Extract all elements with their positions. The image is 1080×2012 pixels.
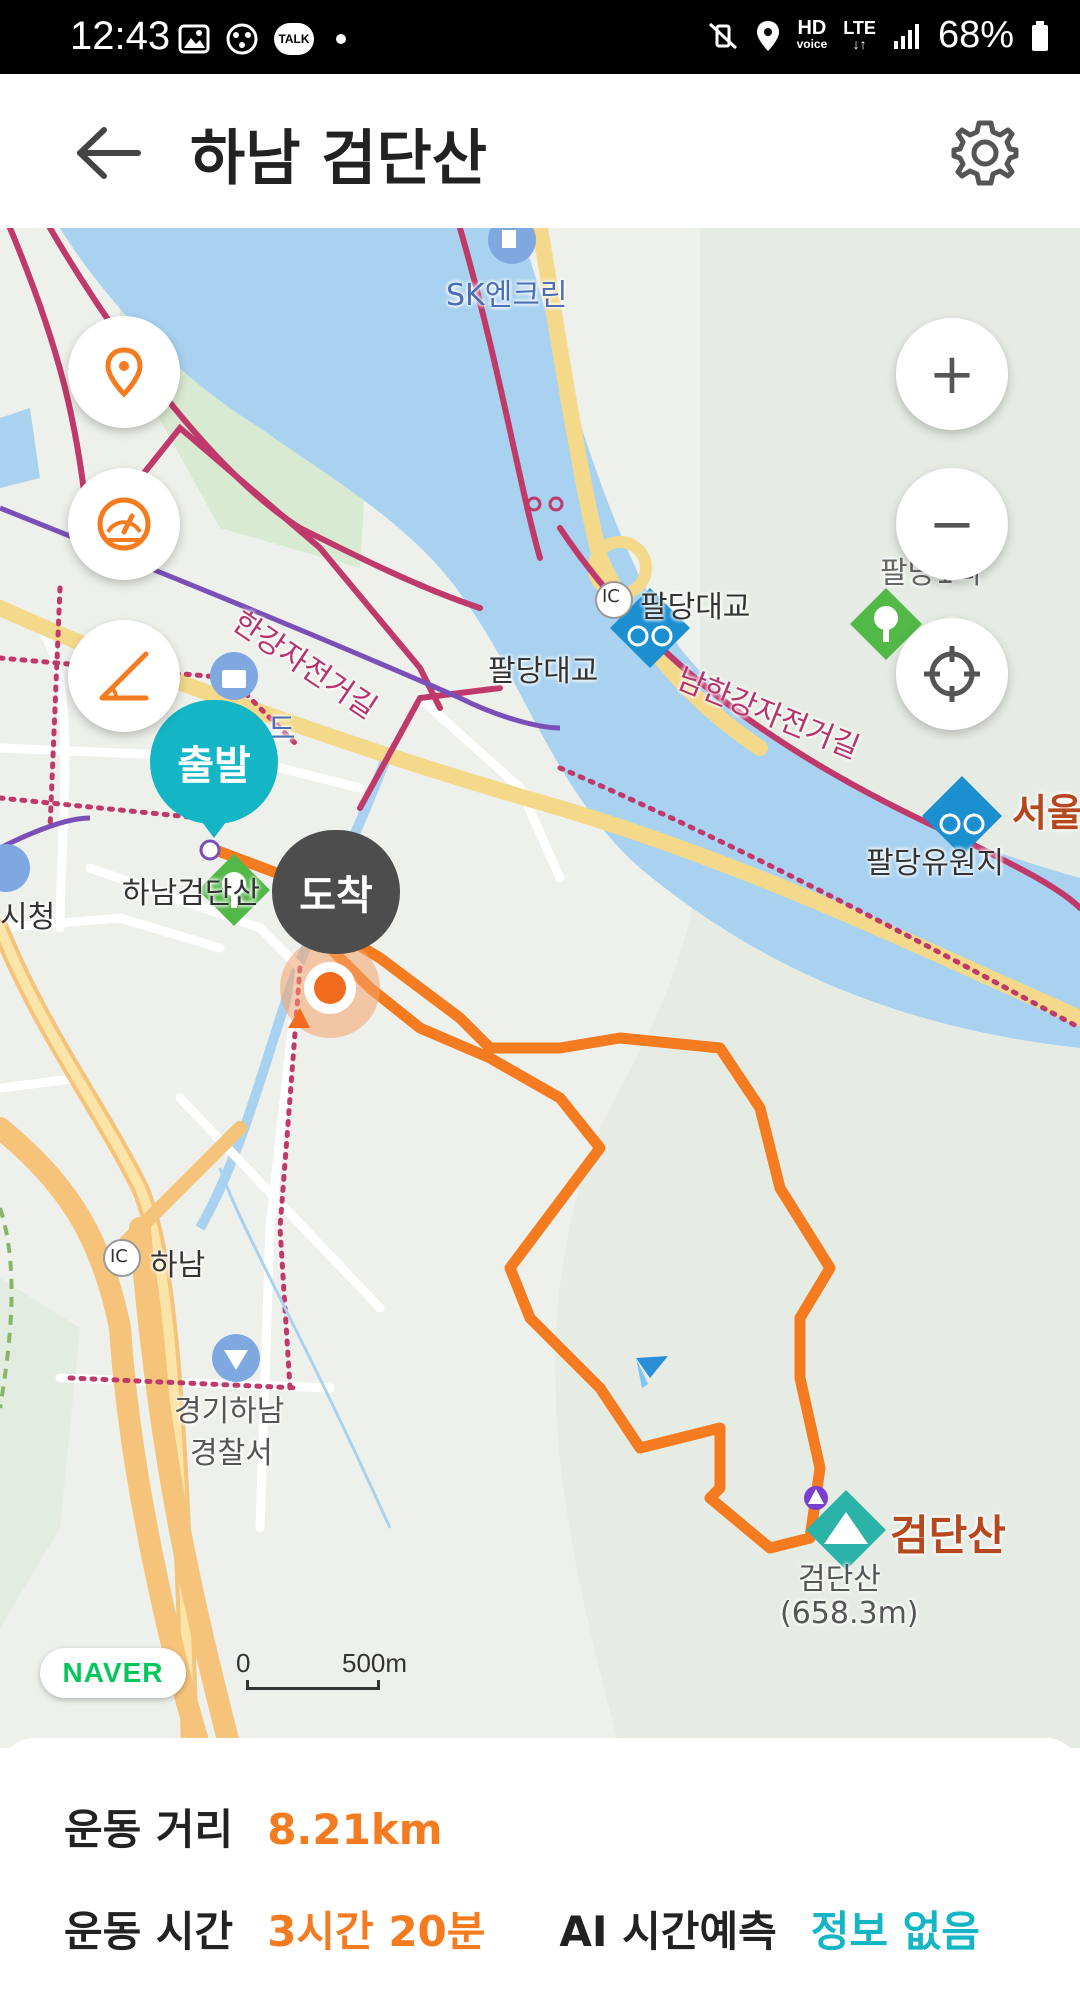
zoom-out-button[interactable]: − [896, 468, 1008, 580]
elevation-button[interactable] [68, 620, 180, 732]
gear-icon[interactable] [950, 118, 1020, 188]
minus-icon: − [928, 491, 976, 557]
speed-button[interactable] [68, 468, 180, 580]
talk-icon: TALK [274, 23, 314, 55]
label-paldang-park: 팔당유원지 [866, 846, 1004, 881]
battery-icon [1032, 20, 1048, 51]
recenter-button[interactable] [896, 618, 1008, 730]
map-scale: 0 500m [236, 1648, 416, 1692]
time-value: 3시간 20분 [267, 1907, 486, 1956]
label-paldang-bridge-top: 팔당대교 [640, 590, 751, 625]
label-city-hall: 시청 [0, 900, 56, 935]
distance-value: 8.21km [267, 1805, 443, 1854]
map-view[interactable]: SK엔크린 한강자전거길 IC 팔당대교 팔당대교 남한강자전거길 팔당1리 서… [0, 228, 1080, 1748]
start-marker[interactable]: 출발 [150, 700, 278, 824]
location-pin-button[interactable] [68, 316, 180, 428]
ai-value: 정보 없음 [810, 1907, 980, 1956]
label-hanam-geomdan: 하남검단산 [122, 876, 260, 911]
ai-label: AI 시간예측 [559, 1907, 777, 1956]
status-right: HD voice LTE ↓↑ 68% [707, 14, 1050, 57]
location-icon [756, 20, 779, 51]
label-paldang-bridge: 팔당대교 [488, 654, 599, 689]
label-peak-height: (658.3m) [780, 1596, 919, 1631]
gallery-icon [178, 24, 210, 54]
lte-label: LTE [843, 17, 876, 38]
status-time: 12:43 [70, 14, 171, 58]
label-peak-bold: 검단산 [890, 1511, 1006, 1560]
dot-icon [336, 34, 346, 44]
back-arrow-icon[interactable] [70, 118, 150, 188]
time-label: 운동 시간 [64, 1907, 234, 1956]
hd-voice-icon: HD voice [796, 16, 828, 52]
voice-label: voice [796, 36, 828, 51]
scale-zero: 0 [236, 1648, 251, 1678]
label-sk: SK엔크린 [446, 278, 568, 313]
zoom-in-button[interactable]: + [896, 318, 1008, 430]
signal-icon [893, 23, 919, 49]
notification-icons: TALK [178, 22, 346, 56]
crosshair-icon [924, 646, 980, 702]
plus-icon: + [928, 341, 976, 407]
time-row: 운동 시간 3시간 20분 AI 시간예측 정보 없음 [64, 1898, 980, 1959]
summary-sheet: 운동 거리 8.21km 운동 시간 3시간 20분 AI 시간예측 정보 없음 [0, 1738, 1080, 2012]
page-title: 하남 검단산 [190, 124, 487, 194]
speedometer-icon [97, 497, 151, 551]
app-icon [226, 23, 258, 55]
battery-percent: 68% [937, 14, 1014, 56]
scale-distance: 500m [342, 1648, 408, 1678]
slope-icon [99, 651, 149, 701]
label-seoul: 서울 [1012, 791, 1080, 835]
scale-bar [246, 1680, 380, 1690]
lte-icon: LTE ↓↑ [843, 17, 876, 52]
distance-label: 운동 거리 [64, 1805, 234, 1854]
label-police-2: 경찰서 [190, 1436, 273, 1471]
label-ic-hanam: 하남 [150, 1248, 206, 1283]
label-ic-badge: IC [602, 586, 620, 607]
lte-arrows: ↓↑ [852, 35, 867, 52]
naver-logo: NAVER [40, 1648, 186, 1698]
label-peak-small: 검단산 [798, 1562, 881, 1597]
vibrate-mute-icon [708, 22, 737, 49]
hd-label: HD [797, 16, 827, 39]
app-bar: 하남 검단산 [0, 74, 1080, 228]
label-ic-hanam-badge: IC [110, 1246, 128, 1267]
current-location-dot [314, 972, 346, 1004]
distance-row: 운동 거리 8.21km [64, 1796, 443, 1857]
pin-icon [105, 347, 143, 398]
label-police-1: 경기하남 [174, 1394, 285, 1429]
status-bar: 12:43 TALK HD voice LTE ↓↑ 68% [0, 0, 1080, 74]
end-marker[interactable]: 도착 [272, 830, 400, 954]
